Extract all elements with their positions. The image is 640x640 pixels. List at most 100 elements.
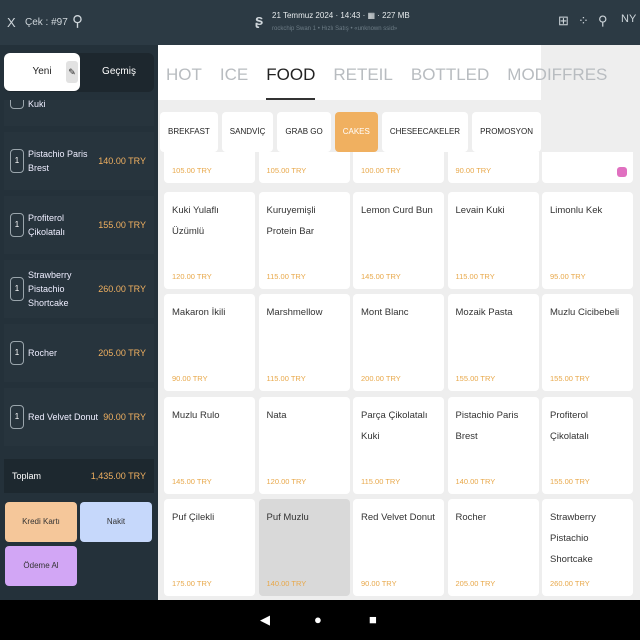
credit-card-button[interactable]: Kredi Kartı (5, 502, 77, 542)
user-initials[interactable]: NY (621, 13, 636, 25)
product-card[interactable]: Red Velvet Donut 90.00 TRY (353, 499, 444, 596)
pay-button[interactable]: Ödeme Al (5, 546, 77, 586)
product-price: 155.00 TRY (455, 374, 496, 383)
status-line: 21 Temmuz 2024 · 14:43 · ▦ · 227 MB (272, 11, 410, 20)
order-tabs: Yeni ✎ Geçmiş (4, 53, 154, 92)
tab-bottled[interactable]: BOTTLED (411, 45, 489, 100)
product-card[interactable]: Mozaik Pasta 155.00 TRY (447, 294, 539, 391)
product-price: 260.00 TRY (550, 579, 590, 588)
order-row[interactable]: 1 Red Velvet Donut 90.00 TRY (4, 388, 154, 446)
order-qty[interactable]: 1 (10, 149, 24, 173)
pencil-icon[interactable]: ✎ (66, 61, 78, 83)
product-card[interactable]: Marshmellow 115.00 TRY (258, 294, 350, 391)
order-qty[interactable]: 1 (10, 277, 24, 301)
order-row[interactable]: 1 Parça Çikolatalı Kuki 115.00 TRY (4, 100, 154, 126)
product-name: Mont Blanc (361, 307, 409, 318)
grid-icon[interactable]: ⁘ (578, 13, 589, 29)
product-price: 140.00 TRY (455, 476, 496, 486)
add-page-icon[interactable]: ⊞ (558, 13, 569, 29)
product-card[interactable]: 90.00 TRY (447, 152, 539, 183)
product-price: 115.00 TRY (266, 271, 306, 281)
android-nav-bar: ◀ ● ■ (0, 600, 640, 640)
product-card[interactable]: 100.00 TRY (353, 152, 444, 183)
product-name: Marshmellow (266, 307, 323, 318)
order-row[interactable]: 1 Profiterol Çikolatalı 155.00 TRY (4, 196, 154, 254)
add-customer-icon[interactable]: ⚲ (72, 12, 83, 30)
tab-modiffres[interactable]: MODIFFRES (507, 45, 607, 100)
tab-hot[interactable]: HOT (166, 45, 202, 100)
category-button[interactable]: CAKES (334, 112, 378, 152)
product-card[interactable]: Puf Çilekli 175.00 TRY (164, 499, 255, 596)
tab-new[interactable]: Yeni ✎ (4, 53, 80, 91)
order-qty[interactable]: 1 (10, 341, 24, 365)
product-name: Parça Çikolatalı Kuki (361, 409, 428, 442)
product-price: 115.00 TRY (361, 476, 401, 486)
recents-icon[interactable]: ■ (369, 612, 377, 627)
product-name: Kuruyemişli Protein Bar (266, 204, 316, 237)
order-name: Rocher (28, 348, 58, 358)
product-card[interactable] (542, 152, 633, 183)
category-button[interactable]: PROMOSYON (472, 112, 541, 152)
product-card[interactable]: Muzlu Rulo 145.00 TRY (164, 396, 255, 494)
product-card[interactable]: Nata 120.00 TRY (258, 396, 350, 494)
product-card[interactable]: 105.00 TRY (164, 152, 255, 183)
product-price: 200.00 TRY (361, 374, 401, 383)
order-row[interactable]: 1 Strawberry Pistachio Shortcake 260.00 TR… (4, 260, 154, 318)
tab-history[interactable]: Geçmiş (84, 53, 154, 91)
product-card[interactable]: 105.00 TRY (258, 152, 350, 183)
product-card[interactable]: Profiterol Çikolatalı 155.00 TRY (542, 396, 633, 494)
product-price: 140.00 TRY (266, 579, 307, 588)
product-name: Pistachio Paris Brest (455, 409, 519, 442)
order-qty[interactable]: 1 (10, 213, 24, 237)
order-list[interactable]: 1Parça Çikolatalı Kuki115.00 TRY 1Pistach… (4, 100, 154, 450)
product-card[interactable]: Limonlu Kek 95.00 TRY (542, 191, 633, 289)
product-card[interactable]: Rocher 205.00 TRY (447, 499, 539, 596)
back-icon[interactable]: ◀ (260, 612, 270, 628)
cash-button[interactable]: Nakit (80, 502, 152, 542)
close-button[interactable]: X (7, 15, 16, 30)
product-card[interactable]: Parça Çikolatalı Kuki 115.00 TRY (353, 396, 444, 494)
product-grid[interactable]: 105.00 TRY 105.00 TRY 100.00 TRY 90.00 TRY K… (164, 152, 636, 600)
product-card[interactable]: Mont Blanc 200.00 TRY (353, 294, 444, 391)
menu-tabs: HOT ICE FOOD RETEIL BOTTLED MODIFFRES (158, 45, 607, 100)
product-card[interactable]: Makaron İkili 90.00 TRY (164, 294, 255, 391)
category-button[interactable]: CHESEECAKELER (381, 112, 469, 152)
product-name: Muzlu Cicibebeli (550, 307, 620, 318)
order-qty[interactable]: 1 (10, 405, 24, 429)
product-card[interactable]: Levain Kuki 115.00 TRY (447, 191, 539, 289)
order-name: Red Velvet Donut (28, 412, 99, 422)
product-price: 120.00 TRY (266, 476, 307, 486)
order-panel: Yeni ✎ Geçmiş 1 Parça Çikolatalı Kuki 115.0… (0, 45, 157, 600)
order-row[interactable]: 1 Pistachio Paris Brest 140.00 TRY (4, 132, 154, 190)
tab-new-label: Yeni (32, 66, 52, 77)
product-card[interactable]: Pistachio Paris Brest 140.00 TRY (447, 396, 539, 494)
order-price: 260.00 TRY (98, 284, 146, 294)
badge-icon (617, 167, 627, 177)
home-icon[interactable]: ● (314, 612, 322, 627)
category-button[interactable]: GRAB GO (277, 112, 331, 152)
order-qty[interactable]: 1 (10, 100, 24, 109)
product-card[interactable]: Strawberry Pistachio Shortcake 260.00 TRY (542, 499, 633, 596)
tab-food[interactable]: FOOD (266, 45, 316, 100)
category-button[interactable]: BREKFAST (160, 112, 218, 152)
product-name: Nata (266, 409, 287, 421)
tab-ice[interactable]: ICE (220, 45, 248, 100)
product-card[interactable]: Lemon Curd Bun 145.00 TRY (353, 191, 444, 289)
order-price: 115.00 TRY (99, 100, 146, 102)
order-price: 140.00 TRY (98, 156, 146, 166)
tab-reteil[interactable]: RETEIL (333, 45, 393, 100)
total-value: 1,435.00 TRY (90, 471, 146, 481)
product-price: 105.00 TRY (266, 166, 307, 175)
product-card[interactable]: Muzlu Cicibebeli 155.00 TRY (542, 294, 633, 391)
top-bar: X Çek : #97 ⚲ ʂ 21 Temmuz 2024 · 14:43 ·… (0, 0, 640, 45)
category-button[interactable]: SANDVİÇ (221, 112, 274, 152)
product-card[interactable]: Kuki Yulaflı Üzümlü 120.00 TRY (164, 191, 255, 289)
search-icon[interactable]: ⚲ (598, 13, 608, 29)
product-price: 115.00 TRY (455, 271, 495, 281)
order-row[interactable]: 1 Rocher 205.00 TRY (4, 324, 154, 382)
product-card[interactable]: Kuruyemişli Protein Bar 115.00 TRY (258, 191, 350, 289)
product-card[interactable]: Puf Muzlu 140.00 TRY (258, 499, 350, 596)
check-number[interactable]: Çek : #97 (25, 17, 68, 28)
total-row: Toplam 1,435.00 TRY (4, 459, 154, 493)
category-bar: BREKFAST SANDVİÇ GRAB GO CAKES CHESEECAKELER… (158, 112, 541, 152)
